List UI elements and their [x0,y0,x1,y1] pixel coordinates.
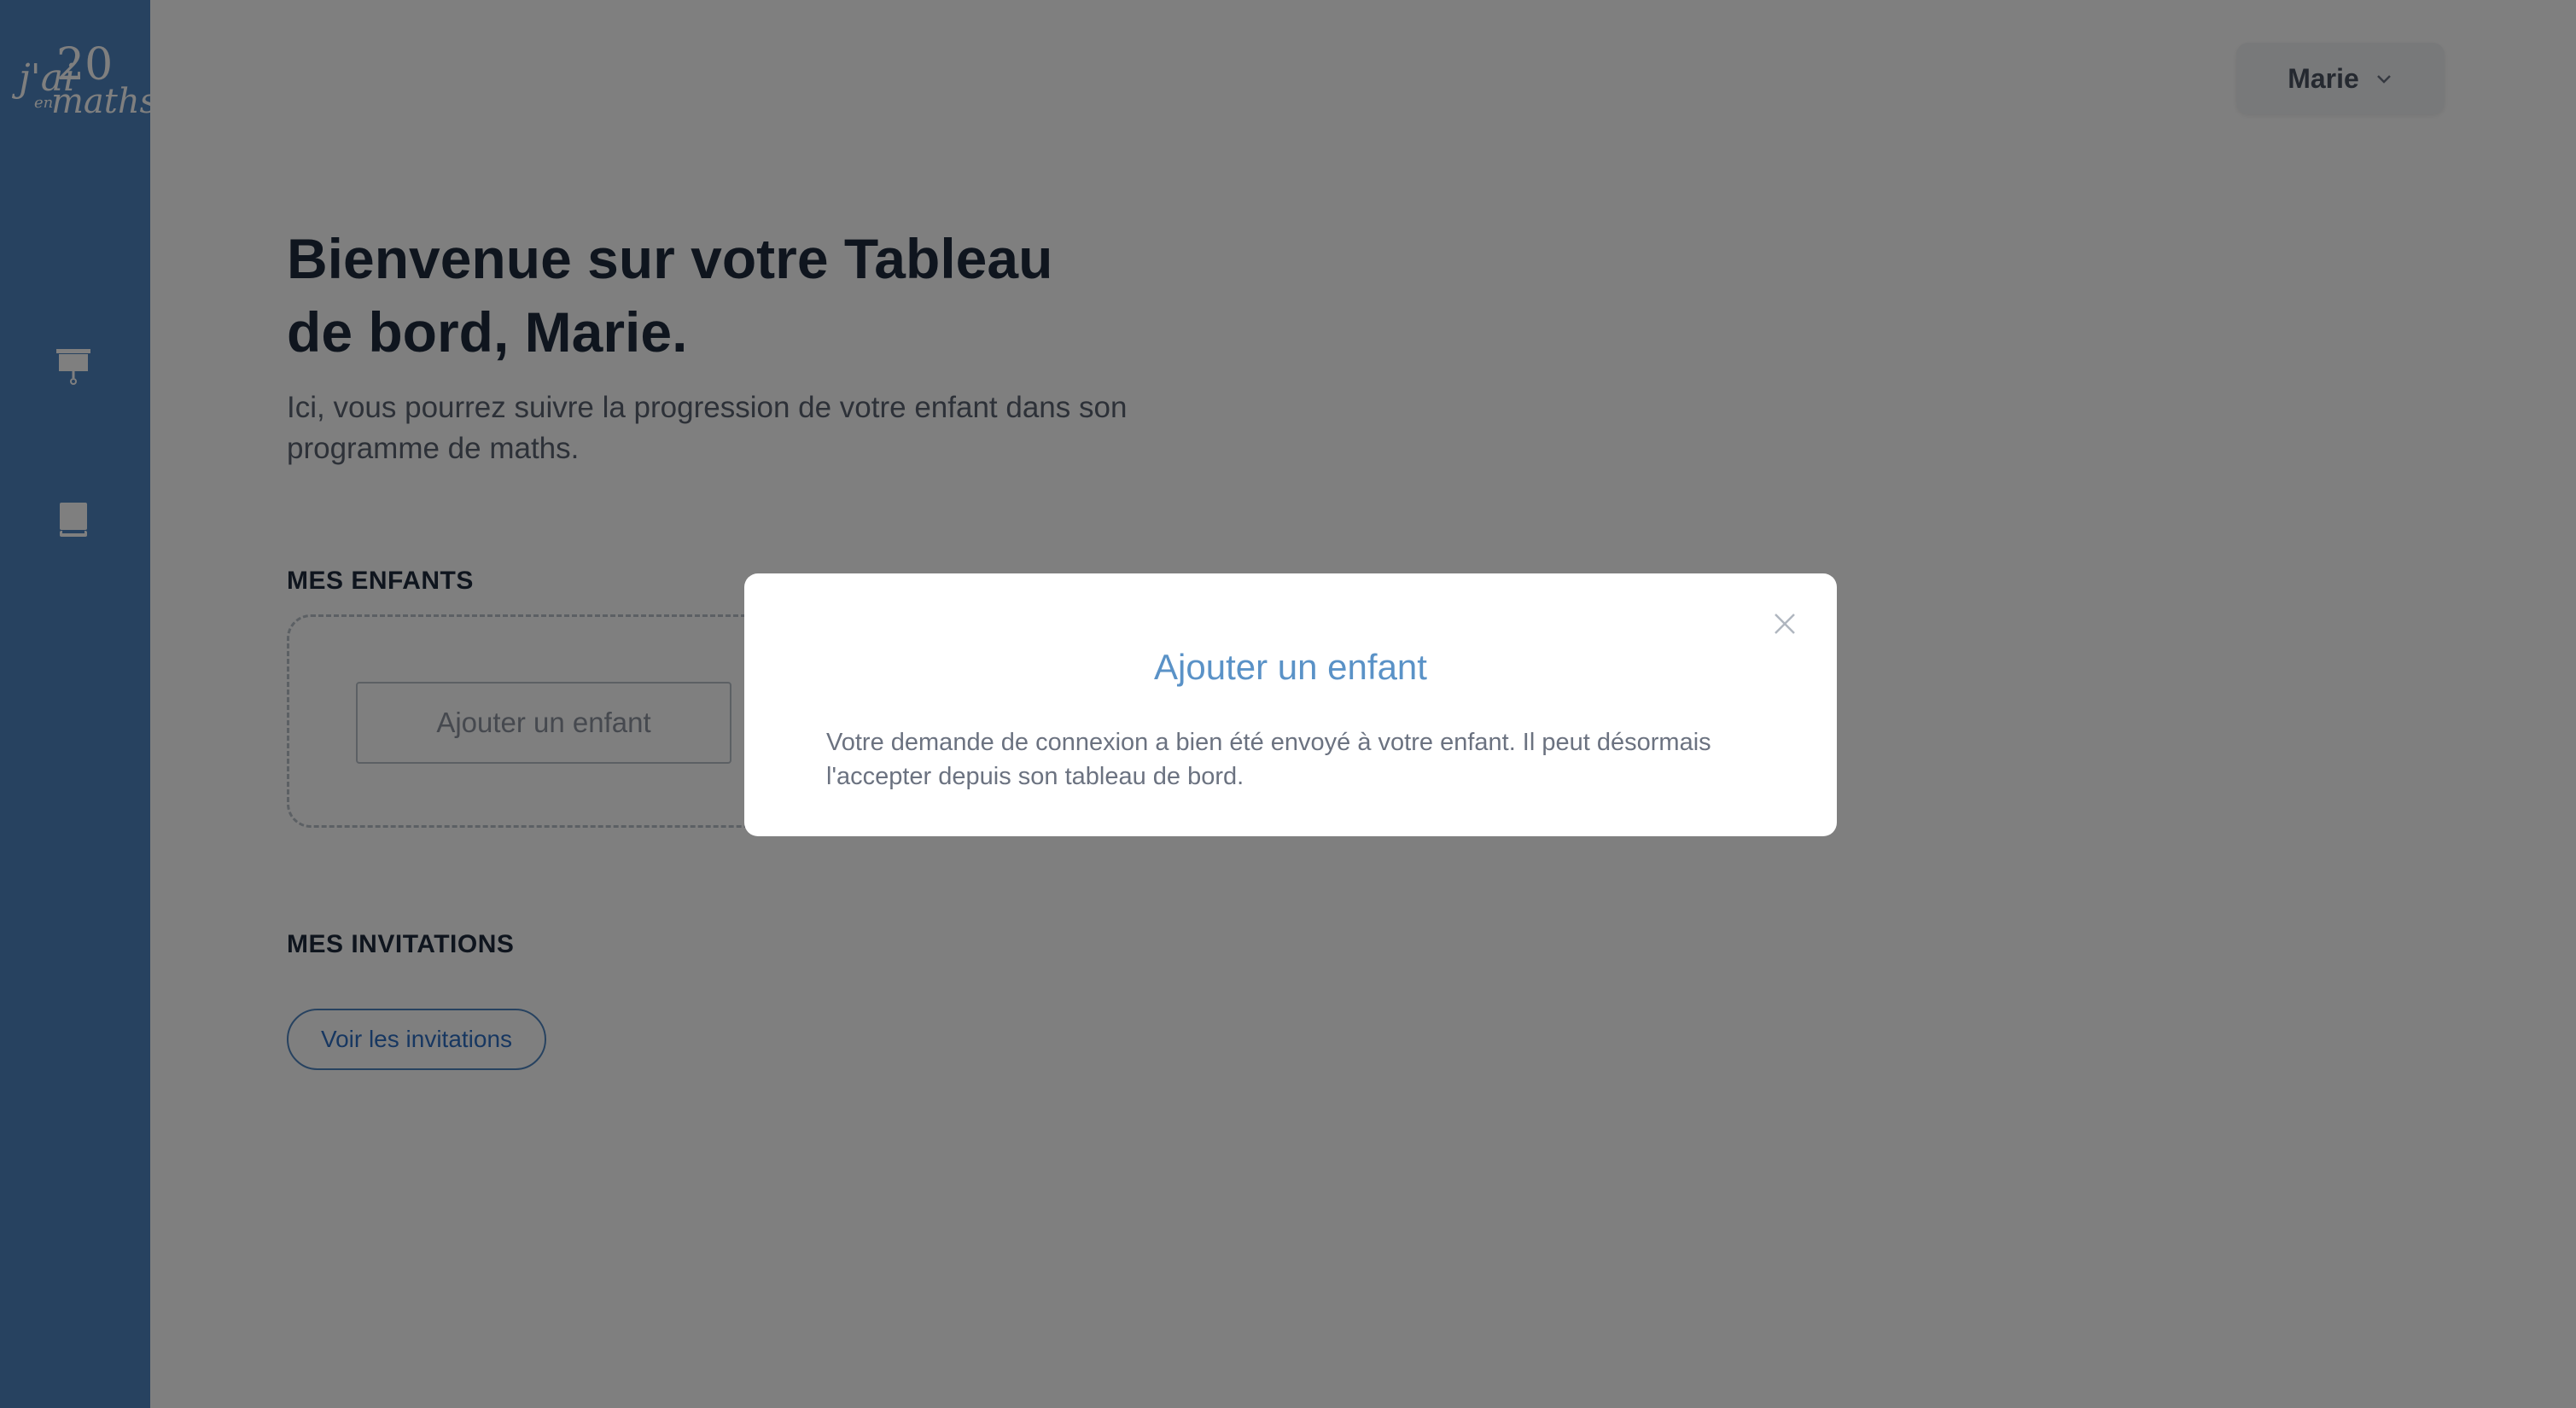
add-child-modal: Ajouter un enfant Votre demande de conne… [744,573,1837,836]
modal-message: Votre demande de connexion a bien été en… [826,729,1711,790]
modal-close-button[interactable] [1772,611,1798,637]
close-icon [1775,614,1795,634]
app-root: j'ai 20 en maths Marie Bi [0,0,2576,1408]
modal-title: Ajouter un enfant [1154,647,1427,687]
